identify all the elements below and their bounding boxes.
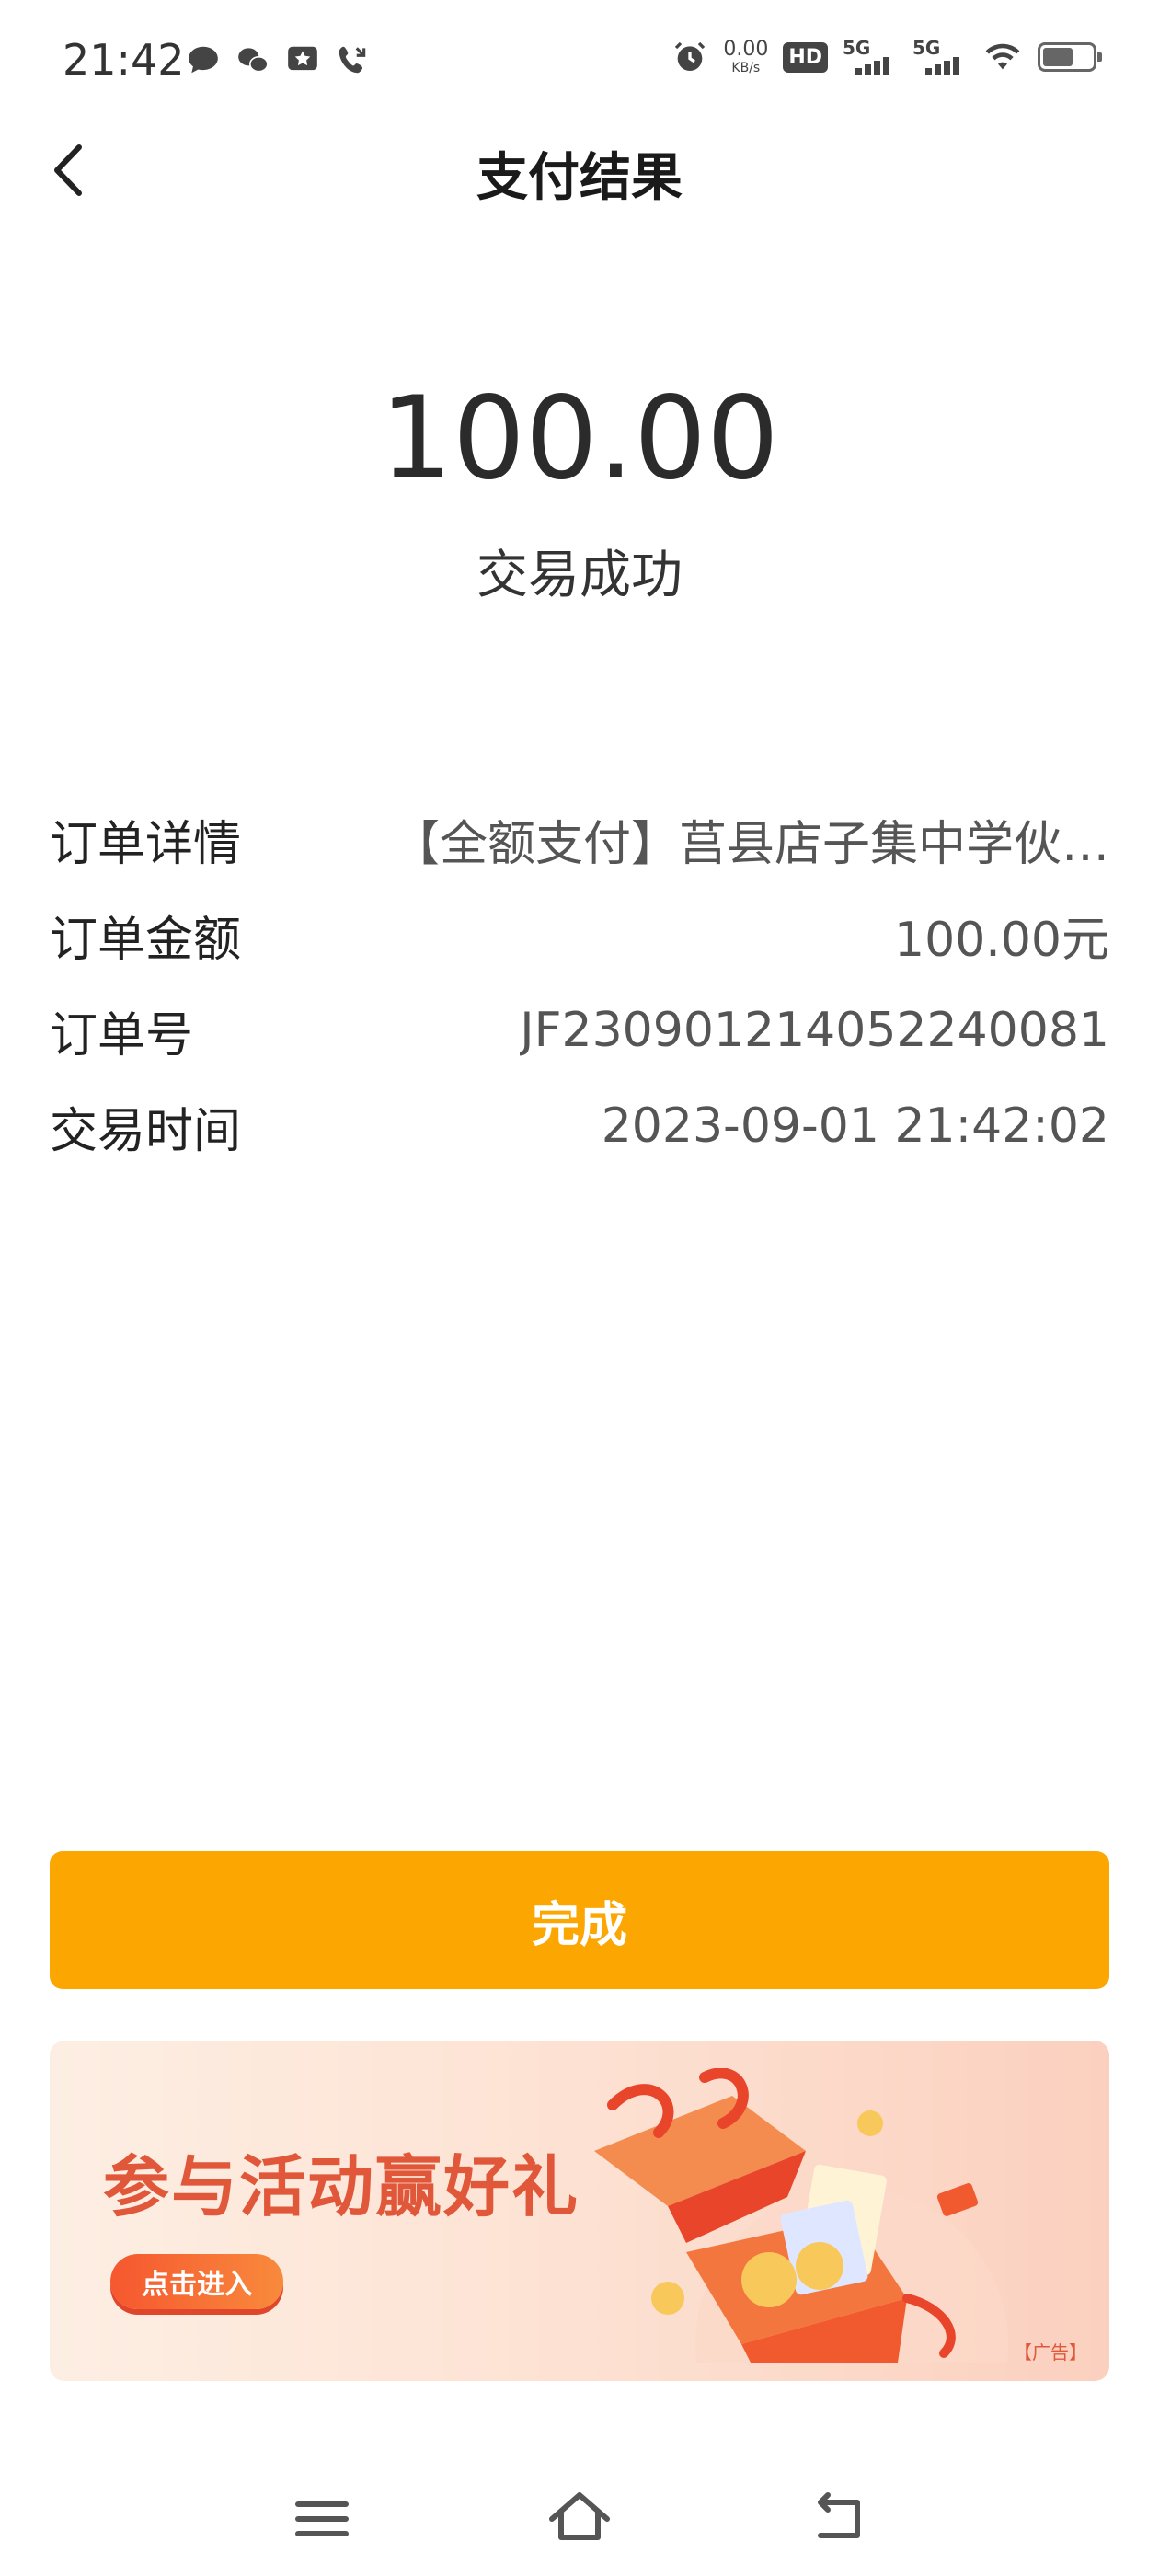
detail-row-order-amount: 订单金额 100.00元 bbox=[50, 887, 1109, 983]
detail-row-order-number: 订单号 JF2309012140522400​81 bbox=[50, 983, 1109, 1078]
gift-box-icon bbox=[594, 2068, 1008, 2363]
done-button[interactable]: 完成 bbox=[50, 1851, 1109, 1989]
battery-icon bbox=[1038, 42, 1102, 72]
system-nav-bar bbox=[0, 2447, 1159, 2576]
network-speed: 0.00 KB/s bbox=[723, 38, 769, 75]
payment-amount: 100.00 bbox=[380, 373, 779, 505]
detail-value: 【全额支付】莒县店子集中学伙… bbox=[391, 816, 1109, 872]
star-icon bbox=[288, 46, 317, 71]
detail-row-transaction-time: 交易时间 2023-09-01 21:42:02 bbox=[50, 1078, 1109, 1174]
detail-label: 订单详情 bbox=[50, 816, 242, 872]
menu-icon bbox=[295, 2501, 349, 2536]
promo-banner[interactable]: 参与活动赢好礼 点击进入 【广告】 bbox=[50, 2041, 1109, 2381]
detail-label: 订单号 bbox=[50, 1007, 194, 1064]
status-time: 21:42 bbox=[63, 35, 185, 85]
back-nav-button[interactable] bbox=[802, 2482, 876, 2556]
back-arrow-icon bbox=[818, 2492, 860, 2538]
message-icon bbox=[189, 46, 218, 74]
missed-call-icon bbox=[339, 46, 366, 74]
status-bar: 21:42 0.00 KB/s HD 5G 5G bbox=[0, 0, 1159, 129]
page-title: 支付结果 bbox=[476, 148, 683, 208]
detail-value: 100.00元 bbox=[894, 912, 1109, 968]
home-button[interactable] bbox=[543, 2482, 616, 2556]
notification-icons bbox=[186, 42, 370, 77]
menu-button[interactable] bbox=[285, 2482, 359, 2556]
system-indicators: 0.00 KB/s HD 5G 5G bbox=[671, 37, 1102, 77]
signal-strength-1: 5G bbox=[843, 37, 898, 77]
payment-status: 交易成功 bbox=[476, 546, 683, 605]
alarm-icon bbox=[675, 41, 706, 71]
banner-enter-button[interactable]: 点击进入 bbox=[110, 2254, 283, 2309]
ad-label: 【广告】 bbox=[1014, 2341, 1087, 2363]
signal-strength-2: 5G bbox=[912, 37, 968, 77]
detail-label: 订单金额 bbox=[50, 912, 242, 968]
detail-label: 交易时间 bbox=[50, 1103, 242, 1159]
home-icon bbox=[549, 2492, 610, 2540]
hd-voice-badge: HD bbox=[783, 41, 828, 73]
order-details: 订单详情 【全额支付】莒县店子集中学伙… 订单金额 100.00元 订单号 JF… bbox=[50, 791, 1109, 1174]
detail-value: JF2309012140522400​81 bbox=[520, 1003, 1109, 1058]
wifi-icon bbox=[985, 43, 1020, 70]
detail-value: 2023-09-01 21:42:02 bbox=[601, 1098, 1109, 1154]
banner-title: 参与活动赢好礼 bbox=[103, 2148, 580, 2225]
detail-row-order-info: 订单详情 【全额支付】莒县店子集中学伙… bbox=[50, 791, 1109, 887]
wechat-icon bbox=[238, 48, 269, 73]
